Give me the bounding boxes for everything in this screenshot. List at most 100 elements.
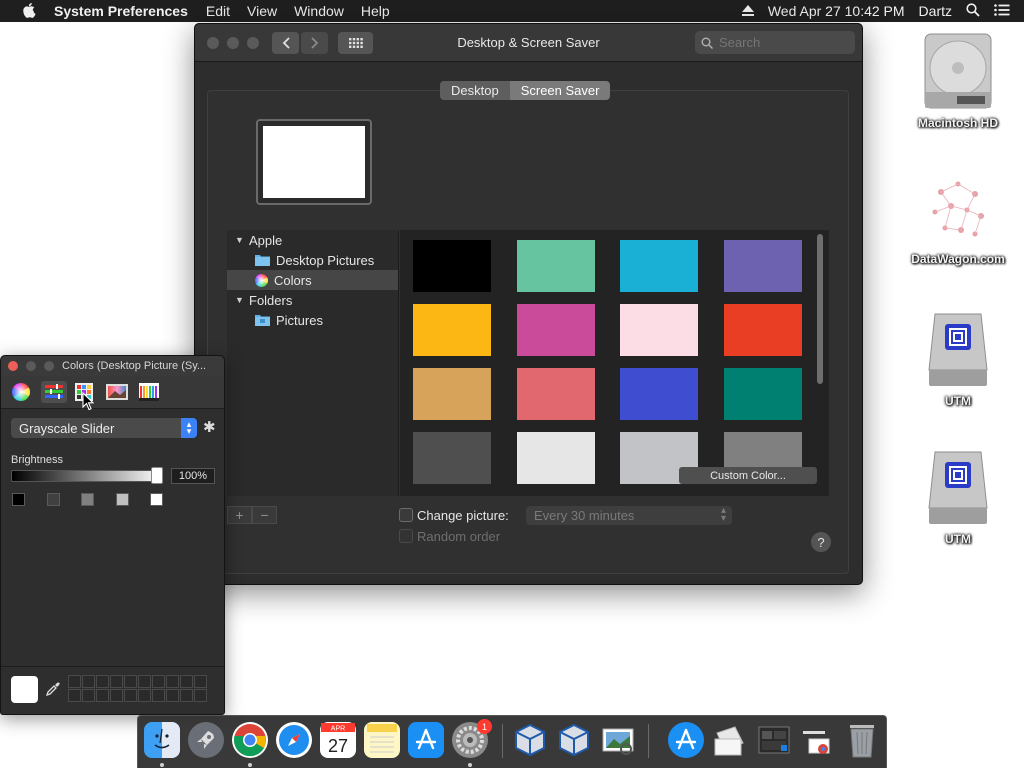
color-swatch[interactable] [723,240,802,292]
minimize-button[interactable] [227,37,239,49]
gear-icon[interactable]: ✱ [203,420,219,436]
color-well[interactable] [138,675,151,688]
color-well[interactable] [194,689,207,702]
dock-screenshots-stack[interactable] [756,722,792,758]
tab-desktop[interactable]: Desktop [440,81,510,100]
color-swatch[interactable] [723,368,802,420]
grayscale-preset-swatch[interactable] [46,493,60,506]
zoom-button[interactable] [247,37,259,49]
sidebar-group-apple[interactable]: ▼ Apple [227,230,398,250]
dock-finder[interactable] [144,722,180,758]
color-swatch[interactable] [413,368,491,420]
disclosure-triangle-icon[interactable]: ▼ [235,295,249,305]
color-mode-popup[interactable]: Grayscale Slider ▴ ▾ [11,418,197,438]
zoom-button[interactable] [44,361,54,371]
menu-view[interactable]: View [247,3,277,19]
close-button[interactable] [207,37,219,49]
remove-folder-button[interactable]: − [252,506,277,524]
current-color-well[interactable] [11,676,38,703]
colors-panel-title-bar[interactable]: Colors (Desktop Picture (Sy... [1,356,224,376]
grayscale-preset-swatch[interactable] [150,493,163,506]
color-well[interactable] [96,689,109,702]
app-menu[interactable]: System Preferences [54,3,188,19]
desktop-icon-utm-2[interactable]: UTM [903,448,1013,546]
color-well[interactable] [124,675,137,688]
help-button[interactable]: ? [811,532,831,552]
color-wheel-tab[interactable] [10,381,32,403]
dock-launchpad[interactable] [188,722,224,758]
dock-safari[interactable] [276,722,312,758]
clock[interactable]: Wed Apr 27 10:42 PM [768,3,905,19]
color-swatch[interactable] [620,240,698,292]
color-well[interactable] [166,675,179,688]
color-swatch[interactable] [723,304,802,356]
sidebar-group-folders[interactable]: ▼ Folders [227,290,398,310]
search-field[interactable] [695,31,855,54]
menu-edit[interactable]: Edit [206,3,230,19]
sidebar-item-pictures[interactable]: Pictures [227,310,398,330]
apple-menu-icon[interactable] [20,3,40,19]
tab-screen-saver[interactable]: Screen Saver [509,81,611,100]
minimize-button[interactable] [26,361,36,371]
dock-chrome[interactable] [232,722,268,758]
search-input[interactable] [719,35,839,50]
disclosure-triangle-icon[interactable]: ▼ [235,235,249,245]
color-well[interactable] [180,689,193,702]
grayscale-preset-swatch[interactable] [12,493,25,506]
brightness-value-field[interactable]: 100% [171,468,215,484]
dock-documents-stack[interactable] [712,722,748,758]
desktop-icon-datawagon[interactable]: DataWagon.com [903,172,1013,266]
dock-notes[interactable] [364,722,400,758]
color-swatch[interactable] [516,304,595,356]
color-swatch[interactable] [413,240,491,292]
dock-virtualbox-vm[interactable] [556,722,592,758]
color-well[interactable] [110,689,123,702]
color-well[interactable] [138,689,151,702]
color-well[interactable] [180,675,193,688]
close-button[interactable] [8,361,18,371]
brightness-slider-knob[interactable] [151,467,163,484]
color-swatch[interactable] [516,368,595,420]
color-swatch[interactable] [620,368,698,420]
color-swatch[interactable] [413,304,491,356]
eject-icon[interactable] [741,3,754,19]
color-well[interactable] [166,689,179,702]
menu-help[interactable]: Help [361,3,390,19]
forward-button[interactable] [301,32,328,54]
menu-window[interactable]: Window [294,3,344,19]
dock-preview[interactable] [600,722,636,758]
dock-chrome-stack[interactable] [800,722,836,758]
color-swatch[interactable] [620,304,698,356]
color-swatch[interactable] [413,432,491,484]
title-bar[interactable]: Desktop & Screen Saver [195,24,862,62]
pencils-tab[interactable] [137,381,161,403]
color-well[interactable] [152,675,165,688]
dock-app-store-folder[interactable] [668,722,704,758]
custom-color-button[interactable]: Custom Color... [679,467,817,484]
color-swatch[interactable] [516,240,595,292]
brightness-slider-track[interactable] [11,470,163,482]
color-well[interactable] [194,675,207,688]
color-sliders-tab[interactable] [41,381,67,403]
add-folder-button[interactable]: + [227,506,252,524]
color-well[interactable] [68,689,81,702]
image-palettes-tab[interactable] [105,381,129,403]
show-all-button[interactable] [338,32,373,54]
grayscale-preset-swatch[interactable] [81,493,94,506]
dock-trash[interactable] [844,722,880,758]
desktop-icon-utm-1[interactable]: UTM [903,310,1013,408]
dock-app-store[interactable] [408,722,444,758]
sidebar-item-desktop-pictures[interactable]: Desktop Pictures [227,250,398,270]
vertical-scrollbar[interactable] [817,234,823,384]
color-swatch[interactable] [516,432,595,484]
eyedropper-icon[interactable] [45,681,61,697]
color-well[interactable] [110,675,123,688]
sidebar-item-colors[interactable]: Colors [227,270,398,290]
dock-calendar[interactable]: APR 27 [320,722,356,758]
interval-popup[interactable]: Every 30 minutes ▴ ▾ [526,506,732,525]
change-picture-checkbox[interactable] [399,508,413,522]
dock-virtualbox[interactable] [512,722,548,758]
notification-center-icon[interactable] [994,3,1010,19]
color-well[interactable] [82,689,95,702]
user-name[interactable]: Dartz [919,3,952,19]
